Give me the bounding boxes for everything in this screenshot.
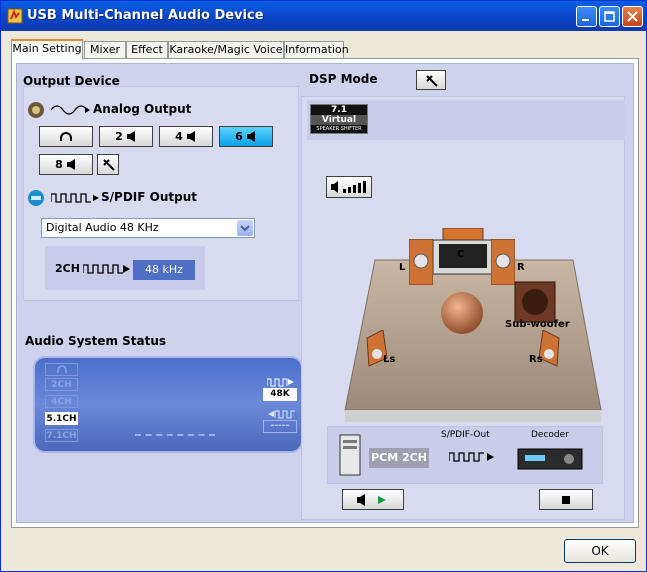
status-mode-71ch: 7.1CH <box>45 429 78 442</box>
channel-8-button[interactable]: 8 <box>39 154 93 175</box>
spdif-icon <box>28 190 44 206</box>
status-mode-51ch: 5.1CH <box>45 412 78 425</box>
tab-effect[interactable]: Effect <box>126 41 168 59</box>
rate-value: 48 kHz <box>133 260 195 280</box>
pcm-format-label: PCM 2CH <box>369 448 429 468</box>
status-mode-4ch: 4CH <box>45 395 78 408</box>
digital-wave-icon <box>51 193 99 203</box>
headphone-button[interactable] <box>39 126 93 147</box>
input-wave-icon <box>268 410 295 419</box>
spdif-output-label: S/PDIF Output <box>101 190 197 204</box>
channel-2-button[interactable]: 2 <box>99 126 153 147</box>
maximize-icon <box>604 11 615 22</box>
listener-sphere <box>441 292 483 334</box>
speaker-small-icon <box>126 131 135 142</box>
analog-wave-icon <box>51 105 90 115</box>
virtual-71-button[interactable]: 7.1 Virtual SPEAKER SHIFTER <box>310 104 368 134</box>
title-bar[interactable]: USB Multi-Channel Audio Device <box>1 1 646 31</box>
channel-4-button[interactable]: 4 <box>159 126 213 147</box>
close-button[interactable] <box>622 6 643 27</box>
audio-status-display: 2CH 4CH 5.1CH 7.1CH 48K ----- <box>33 356 303 453</box>
settings-area: Output Device Analog Output 2 4 6 8 S/PD… <box>16 63 634 523</box>
right-speaker-icon[interactable] <box>491 239 515 285</box>
headphone-icon <box>60 131 72 141</box>
dsp-mode-heading: DSP Mode <box>309 72 378 86</box>
speaker-label-center: C <box>457 249 465 260</box>
speaker-label-sub: Sub-woofer <box>505 319 570 330</box>
maximize-button[interactable] <box>599 6 620 27</box>
chevron-down-icon[interactable] <box>237 220 253 236</box>
window-title: USB Multi-Channel Audio Device <box>27 8 264 23</box>
left-speaker-icon[interactable] <box>409 239 433 285</box>
test-play-button[interactable] <box>342 489 404 510</box>
ok-button[interactable]: OK <box>564 539 636 563</box>
hammer-icon <box>102 159 115 171</box>
output-device-heading: Output Device <box>23 74 120 88</box>
status-headphone <box>45 363 78 376</box>
speaker-play-icon <box>357 493 386 506</box>
speaker-volume-button[interactable] <box>326 176 372 198</box>
test-stop-button[interactable] <box>539 489 593 510</box>
speaker-label-left: L <box>399 262 406 273</box>
output-wave-icon <box>267 378 294 387</box>
minimize-button[interactable] <box>576 6 597 27</box>
speaker-small-icon <box>186 131 195 142</box>
tab-panel: Output Device Analog Output 2 4 6 8 S/PD… <box>11 58 639 528</box>
speaker-icon <box>28 102 44 118</box>
status-sample-rate: 48K <box>263 388 297 401</box>
tab-information[interactable]: Information <box>284 41 349 59</box>
decoder-label: Decoder <box>531 430 569 440</box>
rate-prefix: 2CH <box>55 262 80 275</box>
dsp-settings-button[interactable] <box>416 70 446 90</box>
app-icon <box>7 8 23 24</box>
speaker-small-icon <box>246 131 255 142</box>
speaker-label-right: R <box>517 262 525 273</box>
analog-output-label: Analog Output <box>93 102 192 116</box>
spdif-format-select[interactable]: Digital Audio 48 KHz <box>41 218 255 238</box>
rate-wave-icon <box>83 264 130 274</box>
hammer-icon <box>425 74 438 87</box>
routing-wave-icon <box>449 452 494 462</box>
decoder-device-icon <box>517 448 583 470</box>
tab-main-setting[interactable]: Main Setting <box>11 39 83 60</box>
close-icon <box>627 11 638 22</box>
stop-icon <box>562 495 570 504</box>
minimize-icon <box>582 19 589 21</box>
pc-tower-icon <box>339 434 361 476</box>
speaker-label-ls: Ls <box>383 354 396 365</box>
speaker-test-button[interactable] <box>97 154 119 175</box>
main-window: USB Multi-Channel Audio Device Main Sett… <box>0 0 647 572</box>
status-mode-2ch: 2CH <box>45 378 78 391</box>
spdif-out-label: S/PDIF-Out <box>441 430 490 440</box>
status-bar <box>135 434 215 436</box>
speaker-label-rs: Rs <box>529 354 543 365</box>
volume-level-icon <box>331 181 366 193</box>
channel-6-button[interactable]: 6 <box>219 126 273 147</box>
speaker-small-icon <box>66 159 75 170</box>
subwoofer-icon[interactable] <box>513 280 557 324</box>
status-input-rate: ----- <box>263 420 297 433</box>
audio-status-heading: Audio System Status <box>25 334 167 348</box>
tab-karaoke[interactable]: Karaoke/Magic Voice <box>168 41 284 59</box>
tab-mixer[interactable]: Mixer <box>84 41 126 59</box>
